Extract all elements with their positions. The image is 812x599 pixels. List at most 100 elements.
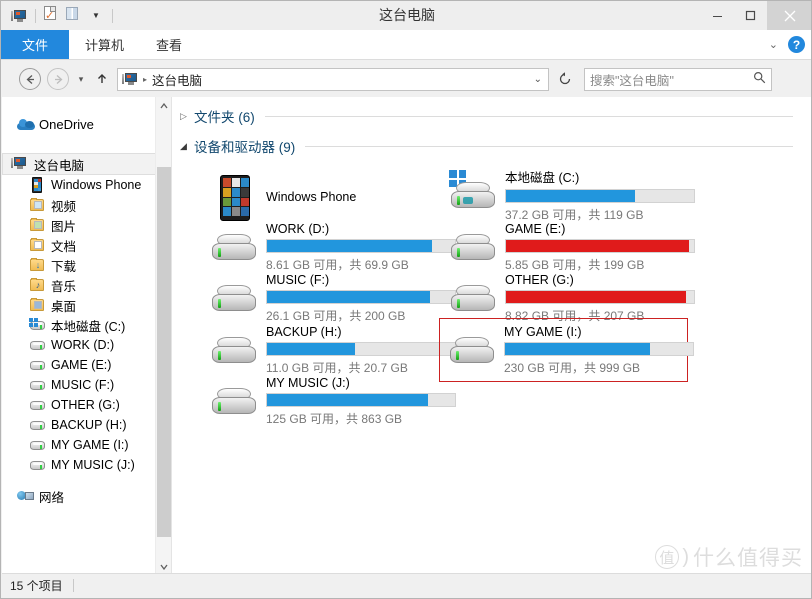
- address-dropdown-icon[interactable]: ⌄: [534, 74, 544, 85]
- sidebar-item-label: 图片: [51, 219, 77, 234]
- sidebar-item-17[interactable]: 网络: [2, 486, 171, 506]
- capacity-bar-fill: [506, 290, 686, 303]
- drive-label: MY GAME (I:): [504, 324, 582, 339]
- tile-icon: [444, 326, 500, 374]
- navigation-bar: ▾ ▸ 这台电脑 ⌄ 搜索"这台电脑": [1, 61, 811, 97]
- drive-icon: [28, 377, 47, 393]
- group-header-devices[interactable]: ◢ 设备和驱动器 (9): [172, 135, 811, 157]
- drive-icon: [450, 337, 494, 363]
- sidebar-item-label: OneDrive: [39, 116, 94, 132]
- forward-button[interactable]: [47, 68, 69, 90]
- sidebar-item-label: WORK (D:): [51, 338, 115, 352]
- sidebar-item-4[interactable]: 图片: [2, 215, 171, 235]
- sidebar-item-12[interactable]: MUSIC (F:): [2, 375, 171, 395]
- drive-label: BACKUP (H:): [266, 324, 342, 339]
- tile-text: MY MUSIC (J:) 125 GB 可用，共 863 GB: [266, 375, 456, 427]
- tile-icon: [206, 173, 262, 221]
- file-list-pane[interactable]: ▷ 文件夹 (6) ◢ 设备和驱动器 (9) Windows Phone 本地磁盘…: [172, 97, 811, 575]
- status-divider: [72, 579, 74, 592]
- sidebar-item-9[interactable]: 本地磁盘 (C:): [2, 315, 171, 335]
- chevron-right-icon[interactable]: ▷: [180, 111, 194, 122]
- up-button[interactable]: [93, 73, 111, 85]
- sidebar-item-6[interactable]: ↓ 下载: [2, 255, 171, 275]
- drive-icon: [28, 337, 47, 353]
- folder-tree: OneDrive 这台电脑 Windows Phone 视频图片文档 ↓ 下载 ♪ 音乐 桌面本…: [2, 97, 171, 506]
- folder-documents-icon: [28, 237, 47, 253]
- address-bar[interactable]: ▸ 这台电脑 ⌄: [117, 67, 549, 91]
- search-placeholder: 搜索"这台电脑": [590, 73, 674, 88]
- system-drive-icon: [449, 170, 495, 208]
- sidebar-item-label: 下载: [51, 259, 77, 274]
- properties-icon[interactable]: ✓: [41, 5, 63, 27]
- group-divider: [264, 115, 793, 117]
- breadcrumb[interactable]: 这台电脑: [152, 70, 202, 89]
- tile-text: OTHER (G:) 8.82 GB 可用，共 207 GB: [505, 273, 695, 324]
- sidebar-item-1[interactable]: 这台电脑: [2, 153, 171, 175]
- drive-tile-selected[interactable]: MY GAME (I:) 230 GB 可用，共 999 GB: [439, 318, 694, 382]
- minimize-button[interactable]: [701, 1, 734, 30]
- chevron-down-icon[interactable]: ◢: [180, 141, 194, 152]
- toolbar-divider: [35, 8, 36, 23]
- sidebar-item-8[interactable]: 桌面: [2, 295, 171, 315]
- recent-locations-icon[interactable]: ▾: [73, 74, 89, 85]
- sidebar-item-5[interactable]: 文档: [2, 235, 171, 255]
- sidebar-item-0[interactable]: OneDrive: [2, 107, 171, 141]
- help-icon[interactable]: ?: [788, 36, 805, 53]
- drive-icon: [212, 285, 256, 311]
- scroll-up-icon[interactable]: [156, 97, 171, 114]
- capacity-bar-fill: [267, 393, 428, 406]
- sidebar-item-10[interactable]: WORK (D:): [2, 335, 171, 355]
- quick-access-toolbar: ✓ ▼: [1, 1, 118, 30]
- customize-dropdown-icon[interactable]: ▼: [85, 5, 107, 27]
- this-pc-icon: [122, 72, 139, 87]
- drive-icon: [212, 337, 256, 363]
- sidebar-item-11[interactable]: GAME (E:): [2, 355, 171, 375]
- sidebar-item-label: MY MUSIC (J:): [51, 458, 135, 472]
- search-input[interactable]: 搜索"这台电脑": [584, 67, 772, 91]
- tab-file[interactable]: 文件: [1, 30, 69, 59]
- sidebar-item-2[interactable]: Windows Phone: [2, 175, 171, 195]
- ribbon-right-controls: ⌄ ?: [769, 30, 811, 59]
- back-button[interactable]: [19, 68, 41, 90]
- sidebar-item-14[interactable]: BACKUP (H:): [2, 415, 171, 435]
- sidebar-item-label: 文档: [51, 239, 77, 254]
- tile-text: GAME (E:) 5.85 GB 可用，共 199 GB: [505, 222, 695, 273]
- sidebar-item-13[interactable]: OTHER (G:): [2, 395, 171, 415]
- sidebar-item-label: 音乐: [51, 279, 77, 294]
- tile-text: Windows Phone: [266, 190, 451, 204]
- this-pc-icon[interactable]: [8, 5, 30, 27]
- sidebar-item-3[interactable]: 视频: [2, 195, 171, 215]
- maximize-button[interactable]: [734, 1, 767, 30]
- refresh-icon: [559, 72, 571, 85]
- sidebar-item-label: 本地磁盘 (C:): [51, 319, 126, 334]
- tab-view[interactable]: 查看: [140, 30, 198, 59]
- window-controls: [701, 1, 811, 30]
- navigation-pane-icon[interactable]: [63, 5, 85, 27]
- sidebar-scroll-thumb[interactable]: [157, 167, 171, 537]
- capacity-bar-fill: [267, 342, 356, 355]
- sidebar-item-label: 网络: [39, 490, 65, 505]
- sidebar-item-7[interactable]: ♪ 音乐: [2, 275, 171, 295]
- drive-icon: [28, 457, 47, 473]
- drive-icon: [28, 357, 47, 373]
- chevron-down-icon[interactable]: ⌄: [769, 38, 778, 51]
- drive-label: MY MUSIC (J:): [266, 375, 350, 390]
- up-arrow-icon: [98, 74, 106, 83]
- sidebar-item-16[interactable]: MY MUSIC (J:): [2, 455, 171, 475]
- title-bar: ✓ ▼ 这台电脑: [1, 1, 811, 30]
- drive-icon: [451, 285, 495, 311]
- onedrive-cloud-icon: [16, 116, 35, 132]
- sidebar-scrollbar[interactable]: [155, 97, 171, 575]
- sidebar-item-15[interactable]: MY GAME (I:): [2, 435, 171, 455]
- tile-icon: [445, 170, 501, 219]
- drive-label: MUSIC (F:): [266, 272, 330, 287]
- drive-tile[interactable]: MY MUSIC (J:) 125 GB 可用，共 863 GB: [202, 369, 456, 433]
- tab-computer[interactable]: 计算机: [69, 30, 140, 59]
- refresh-button[interactable]: [554, 68, 576, 91]
- group-title-devices: 设备和驱动器 (9): [194, 140, 296, 155]
- group-title-folders: 文件夹 (6): [194, 110, 255, 125]
- search-icon[interactable]: [753, 71, 766, 87]
- close-button[interactable]: [767, 1, 811, 30]
- group-header-folders[interactable]: ▷ 文件夹 (6): [172, 105, 811, 127]
- sidebar-item-label: OTHER (G:): [51, 398, 120, 412]
